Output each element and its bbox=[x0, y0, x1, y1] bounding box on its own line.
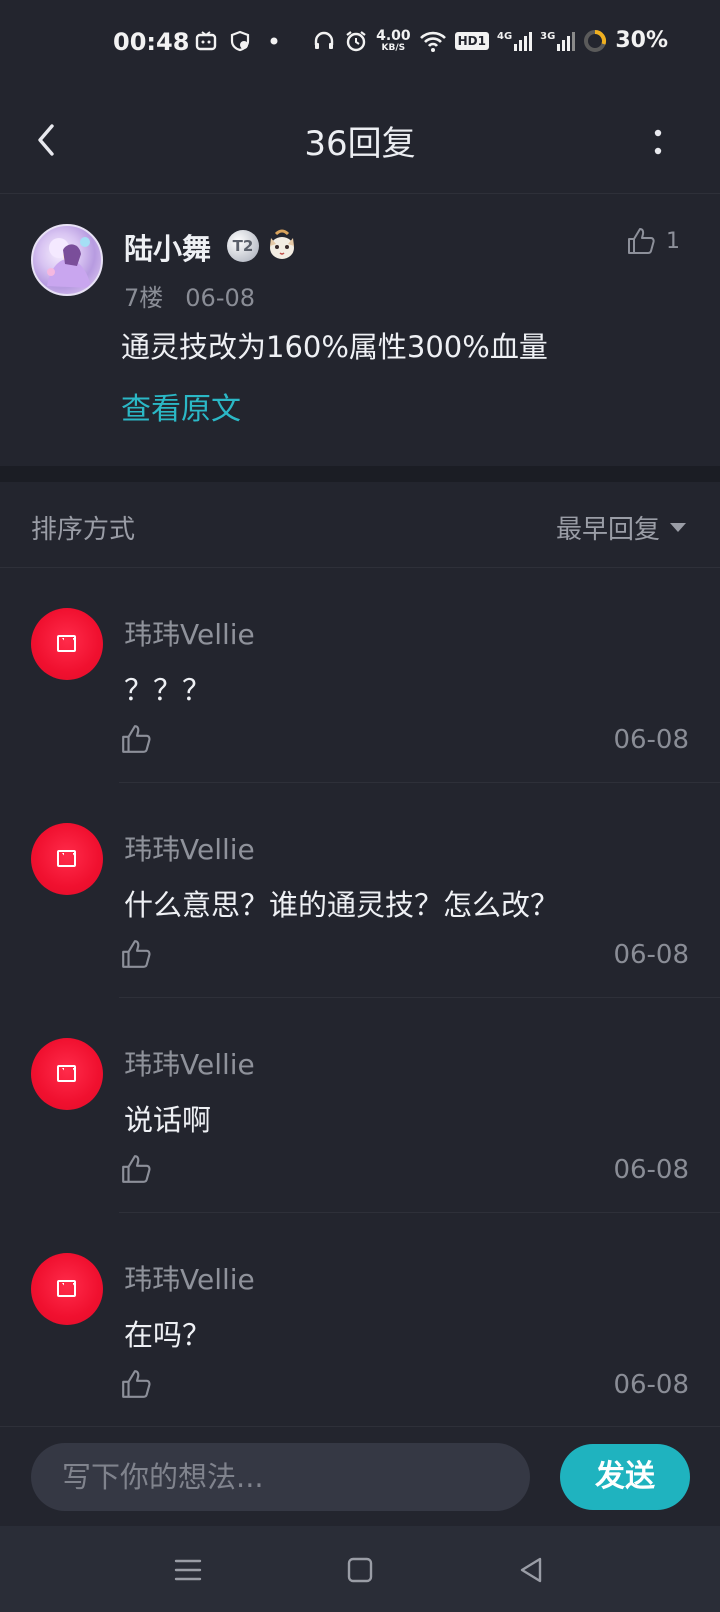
post-content: 通灵技改为160%属性300%血量 bbox=[121, 330, 548, 364]
reply-content: ？？？ bbox=[124, 673, 212, 707]
tv-app-icon bbox=[195, 31, 217, 51]
battery-ring-icon bbox=[584, 29, 607, 52]
reply-content: 什么意思？谁的通灵技？怎么改？ bbox=[124, 888, 560, 922]
system-nav-bar bbox=[0, 1526, 720, 1612]
level-badge: T2 bbox=[227, 230, 259, 262]
send-button[interactable]: 发送 bbox=[560, 1444, 690, 1510]
battery-percent: 30% bbox=[615, 28, 668, 53]
reply-item[interactable]: 玮玮Vellie 说话啊 06-08 bbox=[0, 998, 720, 1213]
wifi-icon bbox=[419, 31, 446, 52]
v-logo-icon bbox=[57, 850, 76, 867]
thumb-up-icon[interactable] bbox=[120, 723, 152, 755]
post-like-count: 1 bbox=[666, 228, 680, 254]
signal-1: 4G bbox=[496, 30, 533, 51]
reply-date: 06-08 bbox=[613, 1155, 689, 1185]
caret-down-icon bbox=[670, 523, 686, 532]
reply-date: 06-08 bbox=[613, 940, 689, 970]
signal-bars-icon bbox=[557, 31, 576, 51]
screen: 00:48 4.00 KB/S HD1 4G 3G 30% 36回复 陆小舞 T… bbox=[0, 0, 720, 1612]
comment-composer: 发送 bbox=[0, 1426, 720, 1526]
thumb-up-icon bbox=[628, 228, 655, 254]
page-title: 36回复 bbox=[304, 124, 416, 164]
post-author-name[interactable]: 陆小舞 bbox=[124, 226, 211, 268]
post-date: 06-08 bbox=[185, 284, 256, 312]
network-speed-unit: KB/S bbox=[381, 42, 406, 53]
pet-badge-icon bbox=[270, 229, 294, 259]
reply-item[interactable]: 玮玮Vellie 在吗？ 06-08 bbox=[0, 1213, 720, 1428]
status-time: 00:48 bbox=[113, 28, 190, 56]
avatar-illustration bbox=[47, 237, 91, 288]
header: 36回复 bbox=[0, 90, 720, 194]
reply-author-name[interactable]: 玮玮Vellie bbox=[124, 828, 255, 868]
reply-date: 06-08 bbox=[613, 1370, 689, 1400]
avatar[interactable] bbox=[31, 823, 103, 895]
section-divider bbox=[0, 466, 720, 482]
sort-bar: 排序方式 最早回复 bbox=[0, 482, 720, 568]
thumb-up-icon[interactable] bbox=[120, 938, 152, 970]
thumb-up-icon[interactable] bbox=[120, 1368, 152, 1400]
avatar[interactable] bbox=[31, 224, 103, 296]
thumb-up-icon[interactable] bbox=[120, 1153, 152, 1185]
v-logo-icon bbox=[57, 1065, 76, 1082]
view-original-link[interactable]: 查看原文 bbox=[121, 384, 241, 428]
v-logo-icon bbox=[57, 635, 76, 652]
menu-icon[interactable] bbox=[168, 1550, 208, 1590]
avatar[interactable] bbox=[31, 1253, 103, 1325]
more-button[interactable] bbox=[646, 114, 670, 170]
avatar[interactable] bbox=[31, 608, 103, 680]
post-meta: 7楼 06-08 bbox=[124, 278, 255, 313]
sort-selected-value: 最早回复 bbox=[555, 515, 660, 545]
v-logo-icon bbox=[57, 1280, 76, 1297]
square-home-icon[interactable] bbox=[340, 1550, 380, 1590]
status-system-icons: 4.00 KB/S HD1 4G 3G 30% bbox=[312, 28, 668, 53]
reply-date: 06-08 bbox=[613, 725, 689, 755]
reply-item[interactable]: 玮玮Vellie ？？？ 06-08 bbox=[0, 568, 720, 783]
sort-label: 排序方式 bbox=[31, 515, 136, 545]
signal-2: 3G bbox=[540, 30, 576, 51]
avatar[interactable] bbox=[31, 1038, 103, 1110]
triangle-back-icon[interactable] bbox=[512, 1550, 552, 1590]
hd-badge: HD1 bbox=[454, 31, 489, 50]
signal-2-label: 3G bbox=[540, 30, 556, 42]
reply-item[interactable]: 玮玮Vellie 什么意思？谁的通灵技？怎么改？ 06-08 bbox=[0, 783, 720, 998]
sort-dropdown[interactable]: 最早回复 bbox=[556, 509, 686, 546]
headphones-icon bbox=[314, 31, 334, 49]
status-notification-icons bbox=[195, 30, 285, 52]
dot-icon bbox=[270, 37, 278, 45]
network-speed: 4.00 KB/S bbox=[376, 29, 411, 53]
signal-bars-icon bbox=[514, 31, 533, 51]
reply-author-name[interactable]: 玮玮Vellie bbox=[124, 613, 255, 653]
comment-input[interactable] bbox=[31, 1443, 530, 1511]
reply-content: 说话啊 bbox=[124, 1103, 212, 1137]
post-floor: 7楼 bbox=[124, 284, 164, 312]
original-post: 陆小舞 T2 1 7楼 06-08 通灵技改为160%属性300%血量 查看原文 bbox=[0, 194, 720, 466]
alarm-icon bbox=[346, 30, 366, 51]
signal-1-label: 4G bbox=[496, 30, 513, 42]
network-speed-value: 4.00 bbox=[376, 27, 411, 44]
shield-check-icon bbox=[230, 30, 250, 52]
status-bar: 00:48 4.00 KB/S HD1 4G 3G 30% bbox=[0, 0, 720, 90]
reply-author-name[interactable]: 玮玮Vellie bbox=[124, 1258, 255, 1298]
reply-author-name[interactable]: 玮玮Vellie bbox=[124, 1043, 255, 1083]
post-like-button[interactable]: 1 bbox=[626, 226, 680, 256]
reply-content: 在吗？ bbox=[124, 1318, 212, 1352]
more-vertical-icon bbox=[654, 129, 662, 155]
